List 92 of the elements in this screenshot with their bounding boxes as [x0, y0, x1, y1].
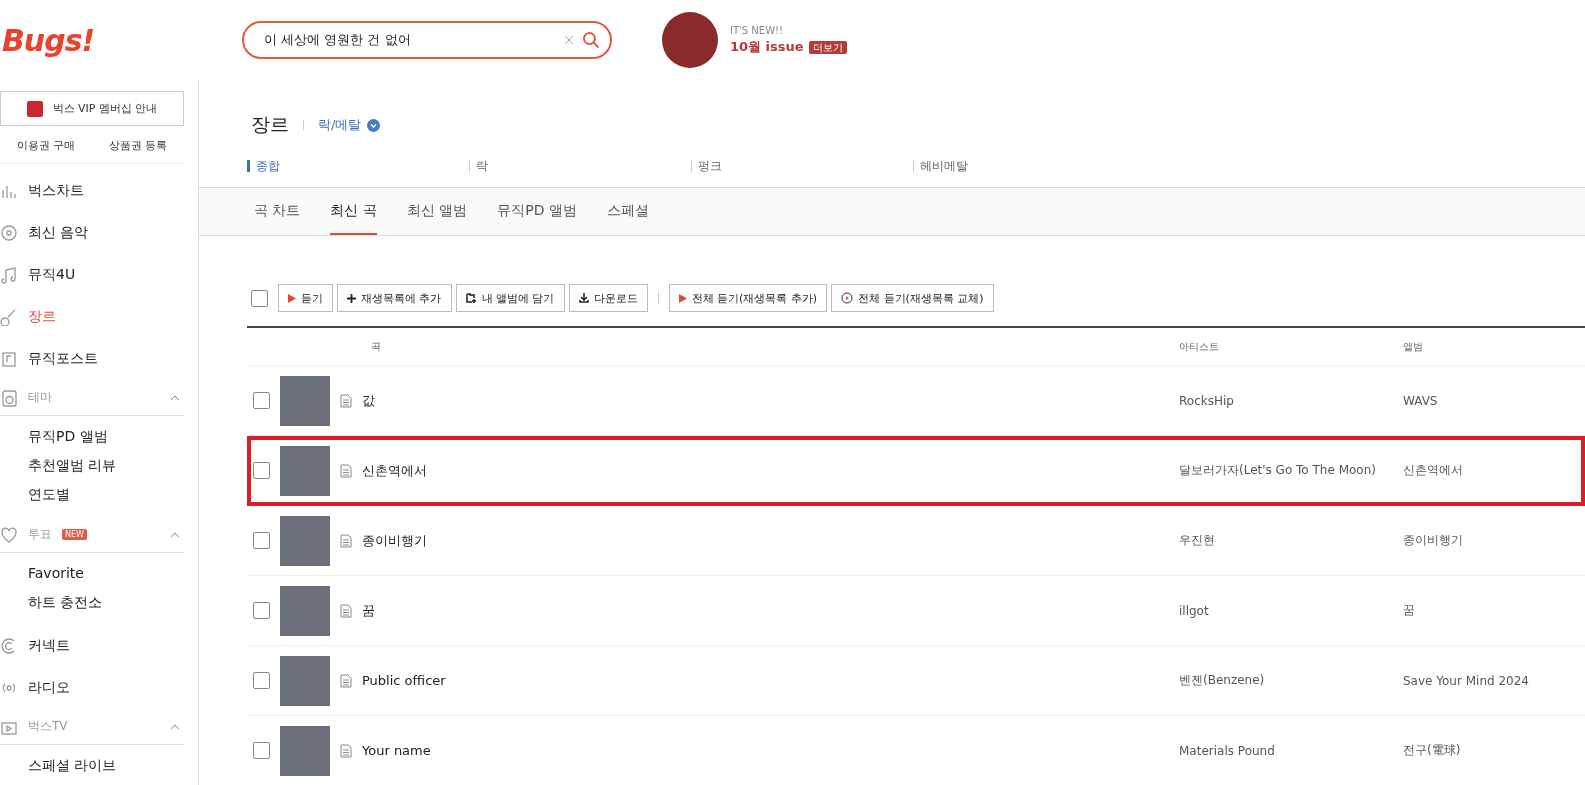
sidebar-subitem[interactable]: 연도별: [0, 480, 198, 509]
album-name[interactable]: 꿈: [1403, 602, 1585, 619]
album-name[interactable]: Save Your Mind 2024: [1403, 673, 1585, 688]
sidebar-item[interactable]: 뮤직포스트: [0, 338, 198, 380]
toolbar-button[interactable]: 전체 듣기(재생목록 교체): [831, 284, 994, 312]
more-badge[interactable]: 더보기: [808, 40, 847, 54]
column-header: 곡: [370, 339, 382, 354]
plus-icon: [347, 293, 356, 303]
document-icon: [0, 350, 18, 368]
chevron-up-icon[interactable]: [170, 394, 180, 401]
sidebar-subitem[interactable]: 하트 충전소: [0, 588, 198, 617]
sidebar-subitem[interactable]: 스페셜 라이브: [0, 751, 198, 780]
song-title[interactable]: 꿈: [362, 601, 375, 620]
tab[interactable]: 최신 앨범: [406, 188, 468, 235]
artist-name[interactable]: Materials Pound: [1179, 743, 1403, 758]
lyrics-icon[interactable]: [340, 533, 352, 548]
vip-icon: [26, 100, 43, 117]
search-field[interactable]: 이 세상에 영원한 건 없어: [242, 21, 612, 59]
artist-name[interactable]: RocksHip: [1179, 393, 1403, 408]
tab[interactable]: 최신 곡: [330, 188, 377, 235]
heart-icon: [0, 525, 18, 544]
tab[interactable]: 스페셜: [607, 188, 650, 235]
promo-title[interactable]: 10월 issue: [730, 38, 804, 54]
play-icon: [678, 293, 687, 303]
sidebar-item[interactable]: 커넥트: [0, 625, 198, 667]
sidebar-item[interactable]: 장르: [0, 296, 198, 338]
album-name[interactable]: 신촌역에서: [1403, 462, 1585, 479]
sidebar-link[interactable]: 이용권 구매: [16, 138, 76, 153]
toolbar-button[interactable]: 듣기: [278, 284, 333, 312]
sidebar-link[interactable]: 상품권 등록: [108, 138, 168, 153]
genre-dropdown[interactable]: 락/메탈: [318, 116, 381, 134]
photo-placeholder[interactable]: [662, 12, 718, 68]
sidebar-item[interactable]: 벅스차트: [0, 170, 198, 212]
sidebar-item[interactable]: 최신 음악: [0, 212, 198, 254]
album-name[interactable]: WAVS: [1403, 393, 1585, 408]
play-icon: [288, 293, 296, 303]
row-checkbox[interactable]: [253, 462, 270, 479]
promo-kicker: IT'S NEW!!: [730, 24, 785, 36]
tab[interactable]: 뮤직PD 앨범: [497, 188, 578, 235]
clear-icon[interactable]: [564, 35, 574, 45]
bugs-logo[interactable]: Bugs!: [0, 22, 242, 58]
vip-membership-button[interactable]: 벅스 VIP 멤버십 안내: [0, 91, 184, 126]
download-icon: [578, 293, 589, 303]
column-header: 아티스트: [1179, 339, 1220, 354]
column-header: 앨범: [1403, 339, 1424, 354]
sidebar-subitem[interactable]: 뮤직PD 앨범: [0, 422, 198, 451]
artist-name[interactable]: illgot: [1179, 603, 1403, 618]
subgenre-tab[interactable]: 헤비메탈: [913, 160, 1135, 172]
speaker-icon: [0, 388, 18, 407]
artist-name[interactable]: 우진현: [1179, 532, 1403, 549]
select-all-checkbox[interactable]: [251, 289, 268, 307]
row-checkbox[interactable]: [253, 532, 270, 549]
note-icon: [0, 266, 18, 284]
search-icon[interactable]: [582, 31, 600, 49]
chevron-up-icon[interactable]: [170, 723, 180, 730]
song-title[interactable]: 종이비행기: [362, 531, 427, 550]
row-checkbox[interactable]: [253, 602, 270, 619]
song-title[interactable]: Public officer: [362, 673, 446, 688]
toolbar-button[interactable]: 재생목록에 추가: [337, 284, 452, 312]
tab[interactable]: 곡 차트: [254, 188, 301, 235]
song-title[interactable]: 값: [362, 391, 375, 410]
song-title[interactable]: Your name: [362, 743, 431, 758]
disc-icon: [0, 224, 18, 242]
lyrics-icon[interactable]: [340, 463, 352, 478]
album-name[interactable]: 종이비행기: [1403, 532, 1585, 549]
new-badge: NEW: [62, 529, 87, 540]
subgenre-tab[interactable]: 펑크: [691, 160, 913, 172]
lyrics-icon[interactable]: [340, 603, 352, 618]
toolbar-button[interactable]: 다운로드: [568, 284, 648, 312]
toolbar-button[interactable]: 전체 듣기(재생목록 추가): [668, 284, 828, 312]
row-checkbox[interactable]: [253, 672, 270, 689]
sidebar-subitem[interactable]: 추천앨범 리뷰: [0, 451, 198, 480]
lyrics-icon[interactable]: [340, 673, 352, 688]
song-title[interactable]: 신촌역에서: [362, 461, 427, 480]
page-title: 장르: [251, 112, 289, 137]
artist-name[interactable]: 벤젠(Benzene): [1179, 672, 1403, 689]
toolbar-button[interactable]: 내 앨범에 담기: [455, 284, 565, 312]
row-checkbox[interactable]: [253, 742, 270, 759]
folder-plus-icon: [465, 293, 477, 303]
chevron-up-icon[interactable]: [170, 531, 180, 538]
album-name[interactable]: 전구(電球): [1403, 742, 1585, 759]
lyrics-icon[interactable]: [340, 393, 352, 408]
chevron-down-icon: [367, 118, 381, 132]
subgenre-tab[interactable]: 종합: [247, 160, 469, 172]
row-checkbox[interactable]: [253, 392, 270, 409]
lyrics-icon[interactable]: [340, 743, 352, 758]
sidebar-item[interactable]: 라디오: [0, 667, 198, 709]
play-circle-icon: [841, 292, 854, 304]
artist-name[interactable]: 달보러가자(Let's Go To The Moon): [1179, 462, 1403, 479]
sidebar-subitem[interactable]: Favorite: [0, 559, 198, 588]
subgenre-tab[interactable]: 락: [469, 160, 691, 172]
sidebar-item[interactable]: 뮤직4U: [0, 254, 198, 296]
